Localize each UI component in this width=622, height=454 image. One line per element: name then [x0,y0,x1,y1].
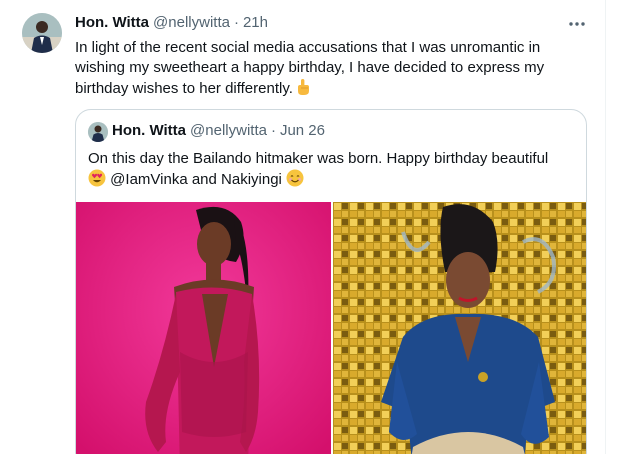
avatar[interactable] [22,13,62,53]
quoted-date: Jun 26 [279,122,325,139]
author-handle[interactable]: @nellywitta [153,14,230,31]
pointing-up-emoji-icon [295,78,311,99]
quoted-author-name: Hon. Witta [112,122,187,139]
photo-pink-dress[interactable] [76,202,331,454]
photo-blue-gown[interactable] [333,202,586,454]
heart-eyes-emoji-icon [88,169,106,187]
quoted-text-part1: On this day the Bailando hitmaker was bo… [88,150,549,167]
tweet-time[interactable]: 21h [243,14,268,31]
mention-link[interactable]: @IamVinka [110,171,187,188]
ellipsis-icon[interactable] [567,14,587,34]
photo-grid [76,202,586,454]
author-name[interactable]: Hon. Witta [75,14,149,31]
quoted-text: On this day the Bailando hitmaker was bo… [88,148,576,190]
smiling-face-emoji-icon [286,169,304,187]
quoted-tweet[interactable]: Hon. Witta @nellywitta · Jun 26 On this … [75,109,587,454]
quoted-author-handle: @nellywitta [190,122,267,139]
quoted-separator-dot: · [270,122,276,139]
tweet-text: In light of the recent social media accu… [75,38,575,99]
quoted-avatar [88,122,108,142]
quoted-text-part2: and Nakiyingi [191,171,282,188]
tweet-card[interactable]: Hon. Witta @nellywitta · 21h In light of… [0,0,606,454]
tweet-header: Hon. Witta @nellywitta · 21h [75,14,268,34]
quoted-header: Hon. Witta @nellywitta · Jun 26 [112,122,325,142]
separator-dot: · [233,14,239,31]
